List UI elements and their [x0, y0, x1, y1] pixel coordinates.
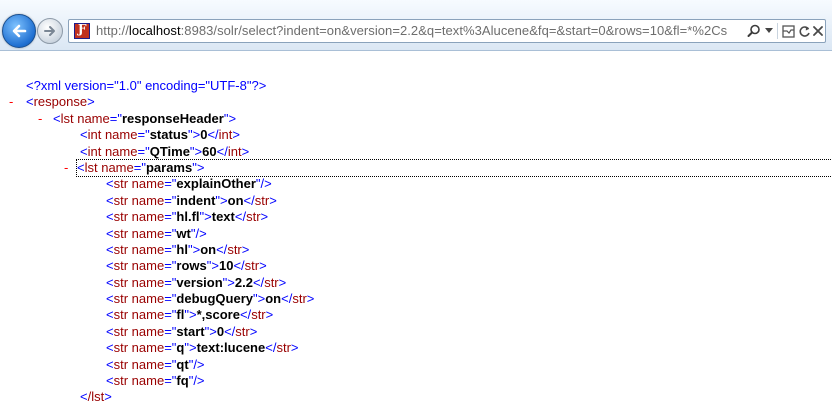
param-value: 0	[216, 323, 225, 339]
compat-view-button[interactable]	[781, 22, 795, 40]
param-row: <str name="hl.fl">text</str>	[0, 209, 832, 225]
param-row: <str name="debugQuery">on</str>	[0, 291, 832, 307]
arrow-left-icon	[12, 24, 27, 38]
status-element: <int name="status">0</int>	[80, 127, 240, 143]
param-name: hl	[176, 241, 188, 257]
status-line: <int name="status">0</int>	[0, 127, 832, 143]
stop-button[interactable]	[811, 22, 825, 40]
qtime-element: <int name="QTime">60</int>	[80, 143, 250, 159]
arrow-right-icon	[44, 26, 55, 36]
param-element: <str name="explainOther"/>	[106, 176, 272, 192]
param-row: <str name="indent">on</str>	[0, 193, 832, 209]
param-name: qt	[176, 356, 189, 372]
qtime-line: <int name="QTime">60</int>	[0, 144, 832, 160]
param-element: <str name="indent">on</str>	[106, 192, 277, 208]
address-bar[interactable]: Ƒ http://localhost:8983/solr/select?inde…	[68, 19, 826, 43]
params-name: params	[145, 159, 193, 175]
param-element: <str name="start">0</str>	[106, 323, 258, 339]
response-header-open-line: - <lst name="responseHeader">	[0, 111, 832, 127]
param-value: 2.2	[234, 274, 253, 290]
param-row: <str name="rows">10</str>	[0, 258, 832, 274]
xml-document: <?xml version="1.0" encoding="UTF-8"?> -…	[0, 78, 832, 406]
param-name: explainOther	[176, 176, 256, 192]
param-value: on	[227, 192, 244, 208]
chevron-down-icon	[765, 28, 773, 33]
collapse-toggle-response[interactable]: -	[9, 94, 13, 110]
param-name: debugQuery	[176, 291, 253, 307]
param-element: <str name="version">2.2</str>	[106, 274, 287, 290]
response-header-name: responseHeader	[121, 110, 224, 126]
site-icon-glyph: Ƒ	[78, 22, 87, 36]
param-row: <str name="version">2.2</str>	[0, 275, 832, 291]
refresh-button[interactable]	[797, 22, 811, 40]
param-element: <str name="q">text:lucene</str>	[106, 340, 299, 356]
response-header-open-tag: <lst name="responseHeader">	[53, 110, 237, 126]
param-row: <str name="wt"/>	[0, 226, 832, 242]
param-element: <str name="qt"/>	[106, 356, 205, 372]
param-name: start	[176, 323, 205, 339]
param-row: <str name="fq"/>	[0, 373, 832, 389]
param-value: text:lucene	[196, 340, 266, 356]
param-row: <str name="hl">on</str>	[0, 242, 832, 258]
param-value: on	[265, 291, 282, 307]
url-path: :8983/solr/select?indent=on&version=2.2&…	[180, 23, 728, 38]
close-icon	[813, 26, 823, 36]
broken-page-icon	[781, 24, 795, 38]
param-row: <str name="start">0</str>	[0, 324, 832, 340]
params-open-line: - <lst name="params">	[0, 158, 832, 178]
response-tag-name: response	[33, 94, 88, 110]
refresh-icon	[798, 25, 810, 37]
qtime-value: 60	[202, 143, 217, 159]
forward-button[interactable]	[37, 18, 63, 44]
search-button[interactable]	[745, 22, 763, 40]
param-row: <str name="fl">*,score</str>	[0, 307, 832, 323]
param-element: <str name="debugQuery">on</str>	[106, 291, 315, 307]
qtime-attr-value: QTime	[149, 143, 190, 159]
status-attr-value: status	[149, 127, 188, 143]
param-value: on	[200, 241, 217, 257]
collapse-toggle-response-header[interactable]: -	[38, 111, 42, 127]
param-row: <str name="explainOther"/>	[0, 176, 832, 192]
url-scheme: http://	[96, 23, 129, 38]
url-host: localhost	[128, 23, 181, 38]
response-open-line: - <response>	[0, 94, 832, 110]
param-element: <str name="fq"/>	[106, 373, 205, 389]
browser-toolbar: Ƒ http://localhost:8983/solr/select?inde…	[0, 0, 832, 51]
xml-declaration-line: <?xml version="1.0" encoding="UTF-8"?>	[0, 78, 832, 94]
param-row: <str name="qt"/>	[0, 357, 832, 373]
param-element: <str name="wt"/>	[106, 225, 207, 241]
param-name: fq	[176, 373, 189, 389]
param-value: 10	[218, 258, 234, 274]
site-icon: Ƒ	[74, 22, 90, 39]
param-value: *,score	[196, 307, 240, 323]
params-open-tag[interactable]: <lst name="params">	[76, 158, 832, 178]
dropdown-button[interactable]	[763, 22, 775, 40]
response-open-tag: <response>	[26, 94, 95, 110]
param-name: wt	[176, 225, 191, 241]
response-header-close-line: </lst>	[0, 389, 832, 405]
param-name: hl.fl	[176, 209, 200, 225]
param-element: <str name="rows">10</str>	[106, 258, 267, 274]
param-value: text	[211, 209, 235, 225]
param-row: <str name="q">text:lucene</str>	[0, 340, 832, 356]
param-element: <str name="fl">*,score</str>	[106, 307, 274, 323]
response-header-close-tag: </lst>	[80, 389, 112, 405]
param-name: version	[176, 274, 223, 290]
param-name: rows	[176, 258, 207, 274]
param-element: <str name="hl.fl">text</str>	[106, 209, 269, 225]
url-text[interactable]: http://localhost:8983/solr/select?indent…	[96, 23, 727, 38]
collapse-toggle-params[interactable]: -	[64, 160, 68, 176]
divider	[777, 23, 778, 39]
xml-declaration: <?xml version="1.0" encoding="UTF-8"?>	[26, 78, 267, 93]
params-list: <str name="explainOther"/> <str name="ind…	[0, 176, 832, 389]
back-button[interactable]	[2, 14, 36, 48]
search-icon	[747, 24, 760, 37]
param-name: indent	[176, 192, 216, 208]
param-element: <str name="hl">on</str>	[106, 241, 250, 257]
